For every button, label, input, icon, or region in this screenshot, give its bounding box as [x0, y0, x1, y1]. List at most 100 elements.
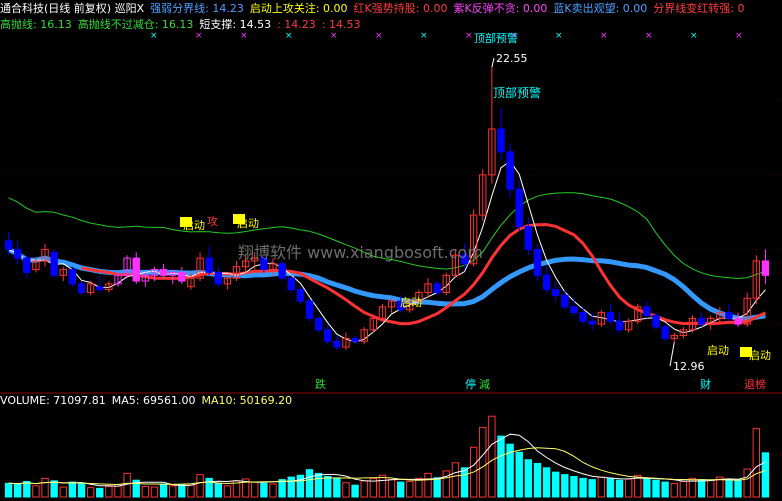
volume-bar[interactable]	[105, 485, 113, 498]
candle[interactable]	[570, 298, 578, 316]
candle[interactable]	[178, 266, 186, 284]
candle[interactable]	[561, 289, 569, 310]
candle[interactable]	[314, 315, 323, 333]
candle[interactable]	[679, 326, 688, 339]
candle[interactable]	[725, 304, 733, 322]
volume-bar[interactable]	[752, 428, 761, 498]
volume-bar[interactable]	[169, 485, 177, 498]
candle[interactable]	[488, 67, 496, 184]
volume-bar[interactable]	[606, 477, 615, 498]
volume-bar[interactable]	[305, 469, 314, 498]
volume-bar[interactable]	[579, 477, 587, 498]
candle[interactable]	[23, 255, 31, 279]
volume-bar[interactable]	[50, 480, 58, 498]
candle[interactable]	[524, 217, 533, 256]
volume-bar[interactable]	[269, 483, 277, 498]
volume-bar[interactable]	[479, 426, 487, 498]
candle[interactable]	[351, 335, 359, 345]
volume-bar[interactable]	[570, 475, 578, 498]
volume-bar[interactable]	[314, 472, 323, 498]
candle[interactable]	[369, 315, 378, 333]
volume-bar[interactable]	[123, 472, 131, 498]
volume-bar[interactable]	[86, 487, 95, 498]
volume-bar[interactable]	[141, 485, 150, 498]
volume-bar[interactable]	[460, 467, 469, 498]
volume-bar[interactable]	[296, 474, 305, 498]
volume-bar[interactable]	[68, 481, 77, 498]
volume-bar[interactable]	[4, 482, 13, 498]
volume-bar[interactable]	[497, 435, 505, 498]
candle[interactable]	[214, 266, 222, 287]
candle[interactable]	[13, 240, 22, 264]
candle[interactable]	[287, 275, 295, 293]
volume-bar[interactable]	[77, 483, 86, 498]
candle[interactable]	[533, 243, 542, 282]
candle[interactable]	[159, 263, 168, 279]
volume-bar[interactable]	[96, 487, 104, 498]
volume-bar[interactable]	[761, 452, 770, 498]
volume-bar[interactable]	[552, 471, 560, 498]
volume-bar[interactable]	[396, 481, 405, 498]
volume-bar[interactable]	[287, 476, 295, 498]
volume-bars[interactable]	[4, 415, 770, 498]
candlesticks[interactable]	[4, 67, 770, 350]
candle[interactable]	[634, 304, 642, 325]
candle[interactable]	[506, 143, 514, 198]
volume-bar[interactable]	[178, 484, 186, 498]
volume-bar[interactable]	[324, 475, 332, 498]
candle[interactable]	[378, 304, 387, 322]
candle[interactable]	[552, 281, 560, 302]
volume-bar[interactable]	[679, 480, 688, 498]
candle[interactable]	[205, 246, 213, 276]
volume-bar[interactable]	[342, 482, 350, 498]
volume-bar[interactable]	[743, 468, 751, 498]
volume-bar[interactable]	[41, 477, 49, 498]
candle[interactable]	[606, 304, 615, 325]
candle[interactable]	[232, 260, 241, 282]
candle[interactable]	[670, 332, 678, 343]
candle[interactable]	[68, 266, 77, 287]
candle[interactable]	[515, 180, 523, 233]
volume-bar[interactable]	[515, 451, 523, 498]
candle[interactable]	[59, 266, 67, 282]
candle[interactable]	[360, 326, 368, 345]
volume-bar[interactable]	[661, 481, 669, 498]
volume-bar[interactable]	[196, 474, 204, 498]
volume-bar[interactable]	[615, 479, 624, 498]
candle[interactable]	[579, 306, 587, 325]
volume-bar[interactable]	[187, 484, 195, 498]
volume-bar[interactable]	[707, 479, 715, 498]
candle[interactable]	[479, 169, 487, 221]
volume-bar[interactable]	[260, 482, 268, 498]
volume-bar[interactable]	[597, 476, 605, 498]
candle[interactable]	[761, 249, 770, 284]
candle[interactable]	[132, 252, 140, 284]
volume-bar[interactable]	[214, 482, 222, 498]
volume-bar[interactable]	[32, 485, 40, 498]
candle[interactable]	[296, 286, 305, 304]
candle[interactable]	[96, 275, 104, 293]
volume-bar[interactable]	[442, 470, 450, 498]
volume-bar[interactable]	[561, 474, 569, 498]
volume-bar[interactable]	[624, 478, 633, 498]
volume-bar[interactable]	[378, 474, 387, 498]
volume-bar[interactable]	[251, 481, 259, 498]
volume-bar[interactable]	[333, 477, 341, 498]
volume-bar[interactable]	[23, 480, 31, 498]
volume-bar[interactable]	[150, 486, 159, 498]
candle[interactable]	[342, 332, 350, 350]
candle[interactable]	[305, 298, 314, 322]
volume-bar[interactable]	[406, 480, 414, 498]
volume-bar[interactable]	[588, 479, 596, 498]
stock-chart[interactable]: × × × × × × × × × × × × × × 顶部预警 22.55 顶部预警 12.96 翔博软…	[0, 0, 782, 501]
volume-bar[interactable]	[424, 472, 432, 498]
volume-bar[interactable]	[524, 459, 533, 498]
volume-bar[interactable]	[670, 482, 678, 498]
volume-bar[interactable]	[433, 477, 441, 498]
candle[interactable]	[278, 260, 286, 282]
volume-bar[interactable]	[351, 484, 359, 498]
candle[interactable]	[643, 301, 651, 319]
volume-bar[interactable]	[415, 477, 423, 498]
candle[interactable]	[497, 108, 505, 161]
volume-bar[interactable]	[533, 462, 542, 498]
